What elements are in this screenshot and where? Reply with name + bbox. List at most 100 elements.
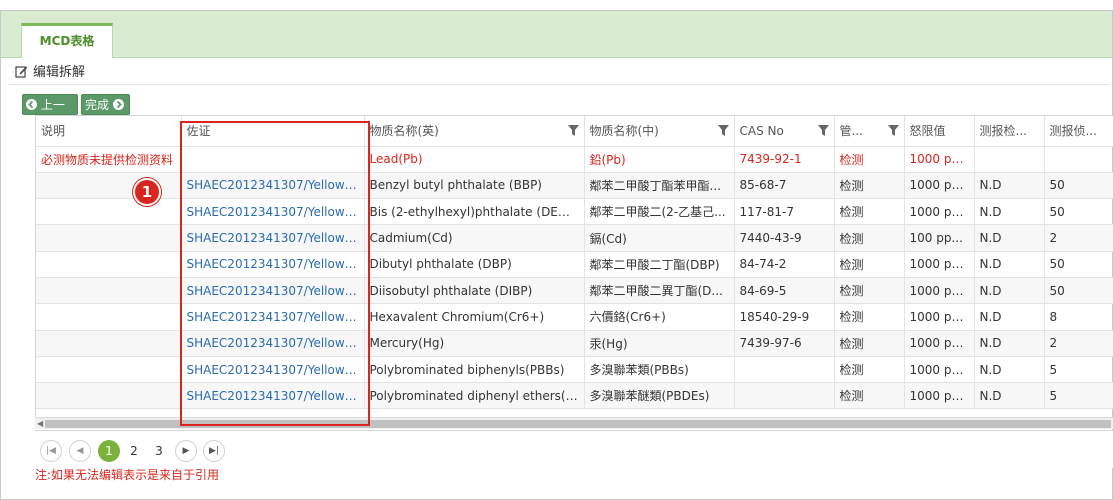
cell-control: 检测 (834, 277, 905, 305)
cell-substance-en: Dibutyl phthalate (DBP) (364, 251, 585, 278)
table-row[interactable]: SHAEC2012341307/Yellow ... Mercury(Hg) 汞(H… (36, 330, 1113, 357)
table-row[interactable]: 必测物质未提供检测资料 Lead(Pb) 鉛(Pb) 7439-92-1 检测 1000 … (36, 146, 1113, 173)
cell-limit: 1000 pp... (904, 251, 975, 278)
cell-control: 检测 (834, 303, 905, 331)
arrow-right-icon (112, 96, 124, 110)
cell-evidence[interactable]: SHAEC2012341307/Yellow ... (181, 356, 365, 384)
cell-evidence[interactable]: SHAEC2012341307/Yellow ... (181, 303, 365, 331)
next-page-button[interactable]: ▶ (175, 440, 197, 462)
cell-substance-cn: 鉛(Pb) (584, 146, 735, 173)
filter-icon[interactable] (567, 125, 579, 136)
cell-detection: 5 (1044, 382, 1113, 410)
tab-mcd-table[interactable]: MCD表格 (21, 23, 113, 58)
col-header-control[interactable]: 管... (834, 116, 905, 147)
col-header-description[interactable]: 说明 (36, 116, 182, 147)
table-row[interactable]: SHAEC2012341307/Yellow ... Cadmium(Cd) 鎘(C… (36, 224, 1113, 252)
cell-description (36, 224, 182, 252)
cell-test-report (974, 146, 1045, 173)
page-2-button[interactable]: 2 (123, 440, 145, 462)
cell-control: 检测 (834, 198, 905, 226)
cell-cas-no: 84-74-2 (734, 251, 835, 278)
first-page-button[interactable]: |◀ (40, 440, 62, 462)
col-header-limit[interactable]: 怒限值 (904, 116, 975, 147)
panel-title: 编辑拆解 (15, 64, 85, 82)
col-header-test-report[interactable]: 测报检... (974, 116, 1045, 147)
cell-substance-cn: 鎘(Cd) (584, 224, 735, 252)
table-row[interactable]: SHAEC2012341307/Yellow ... Polybrominated… (36, 382, 1113, 410)
cell-evidence[interactable]: SHAEC2012341307/Yellow ... (181, 224, 365, 252)
horizontal-scrollbar[interactable]: ◀ (35, 417, 1113, 429)
scrollbar-thumb[interactable] (45, 420, 1111, 428)
cell-substance-en: Cadmium(Cd) (364, 224, 585, 252)
scroll-left-icon[interactable]: ◀ (37, 419, 43, 429)
col-header-substance-en[interactable]: 物质名称(英) (364, 116, 585, 147)
cell-evidence[interactable] (181, 146, 365, 173)
cell-limit: 100 pp... (904, 224, 975, 252)
cell-test-report: N.D (974, 356, 1045, 384)
first-page-icon: |◀ (46, 446, 56, 456)
cell-detection: 50 (1044, 172, 1113, 200)
cell-evidence[interactable]: SHAEC2012341307/Yellow ... (181, 172, 365, 200)
cell-description (36, 277, 182, 305)
prev-page-icon: ◀ (76, 446, 84, 456)
cell-description (36, 198, 182, 226)
cell-detection: 50 (1044, 251, 1113, 278)
cell-substance-en: Bis (2-ethylhexyl)phthalate (DEHP) (364, 198, 585, 226)
footnote: 注:如果无法编辑表示是来自于引用 (35, 468, 220, 482)
table-row[interactable]: SHAEC2012341307/Yellow ... Hexavalent Chr… (36, 303, 1113, 331)
filter-icon[interactable] (717, 125, 729, 136)
cell-detection: 50 (1044, 198, 1113, 226)
table-row[interactable]: SHAEC2012341307/Yellow ... Diisobutyl pht… (36, 277, 1113, 305)
cell-evidence[interactable]: SHAEC2012341307/Yellow ... (181, 277, 365, 305)
done-button[interactable]: 完成 (81, 94, 130, 115)
page-1-button[interactable]: 1 (98, 440, 120, 462)
cell-substance-en: Mercury(Hg) (364, 330, 585, 357)
cell-control: 检测 (834, 251, 905, 278)
col-header-cas-no[interactable]: CAS No (734, 116, 835, 147)
cell-test-report: N.D (974, 198, 1045, 226)
cell-cas-no: 84-69-5 (734, 277, 835, 305)
divider (9, 84, 1109, 85)
next-page-icon: ▶ (182, 446, 190, 456)
cell-test-report: N.D (974, 251, 1045, 278)
cell-limit: 1000 pp... (904, 356, 975, 384)
table-row[interactable]: SHAEC2012341307/Yellow ... Bis (2-ethylhe… (36, 198, 1113, 226)
filter-icon[interactable] (887, 125, 899, 136)
cell-control: 检测 (834, 224, 905, 252)
cell-evidence[interactable]: SHAEC2012341307/Yellow ... (181, 330, 365, 357)
mcd-table: 说明 佐证 物质名称(英) 物质名称(中) CAS No 管... 怒限值 测报… (36, 116, 1113, 410)
cell-limit: 1000 pp... (904, 198, 975, 226)
cell-substance-en: Polybrominated diphenyl ethers(PB... (364, 382, 585, 410)
prev-step-button[interactable]: 上一步 (22, 94, 78, 133)
cell-limit: 1000 pp... (904, 277, 975, 305)
table-row[interactable]: SHAEC2012341307/Yellow ... Polybrominated… (36, 356, 1113, 384)
cell-test-report: N.D (974, 172, 1045, 200)
cell-evidence[interactable]: SHAEC2012341307/Yellow ... (181, 198, 365, 226)
cell-detection: 8 (1044, 303, 1113, 331)
cell-substance-en: Benzyl butyl phthalate (BBP) (364, 172, 585, 200)
col-header-substance-cn[interactable]: 物质名称(中) (584, 116, 735, 147)
cell-control: 检测 (834, 146, 905, 173)
last-page-button[interactable]: ▶| (203, 440, 225, 462)
cell-evidence[interactable]: SHAEC2012341307/Yellow ... (181, 251, 365, 278)
table-row[interactable]: SHAEC2012341307/Yellow ... Dibutyl phthal… (36, 251, 1113, 278)
cell-limit: 1000 pp... (904, 146, 975, 173)
cell-cas-no: 117-81-7 (734, 198, 835, 226)
cell-substance-en: Diisobutyl phthalate (DIBP) (364, 277, 585, 305)
filter-icon[interactable] (817, 125, 829, 136)
cell-evidence[interactable]: SHAEC2012341307/Yellow ... (181, 382, 365, 410)
cell-substance-cn: 六價鉻(Cr6+) (584, 303, 735, 331)
col-header-evidence[interactable]: 佐证 (181, 116, 365, 147)
table-header-row: 说明 佐证 物质名称(英) 物质名称(中) CAS No 管... 怒限值 测报… (36, 116, 1113, 147)
table-row[interactable]: SHAEC2012341307/Yellow ... Benzyl butyl p… (36, 172, 1113, 200)
table-body: 必测物质未提供检测资料 Lead(Pb) 鉛(Pb) 7439-92-1 检测 1000 … (36, 146, 1113, 410)
cell-substance-cn: 多溴聯苯醚類(PBDEs) (584, 382, 735, 410)
cell-detection: 2 (1044, 224, 1113, 252)
cell-substance-en: Hexavalent Chromium(Cr6+) (364, 303, 585, 331)
col-header-detection[interactable]: 测报侦... (1044, 116, 1113, 147)
prev-page-button[interactable]: ◀ (69, 440, 91, 462)
cell-substance-cn: 多溴聯苯類(PBBs) (584, 356, 735, 384)
cell-limit: 1000 pp... (904, 172, 975, 200)
page-3-button[interactable]: 3 (148, 440, 170, 462)
cell-test-report: N.D (974, 277, 1045, 305)
